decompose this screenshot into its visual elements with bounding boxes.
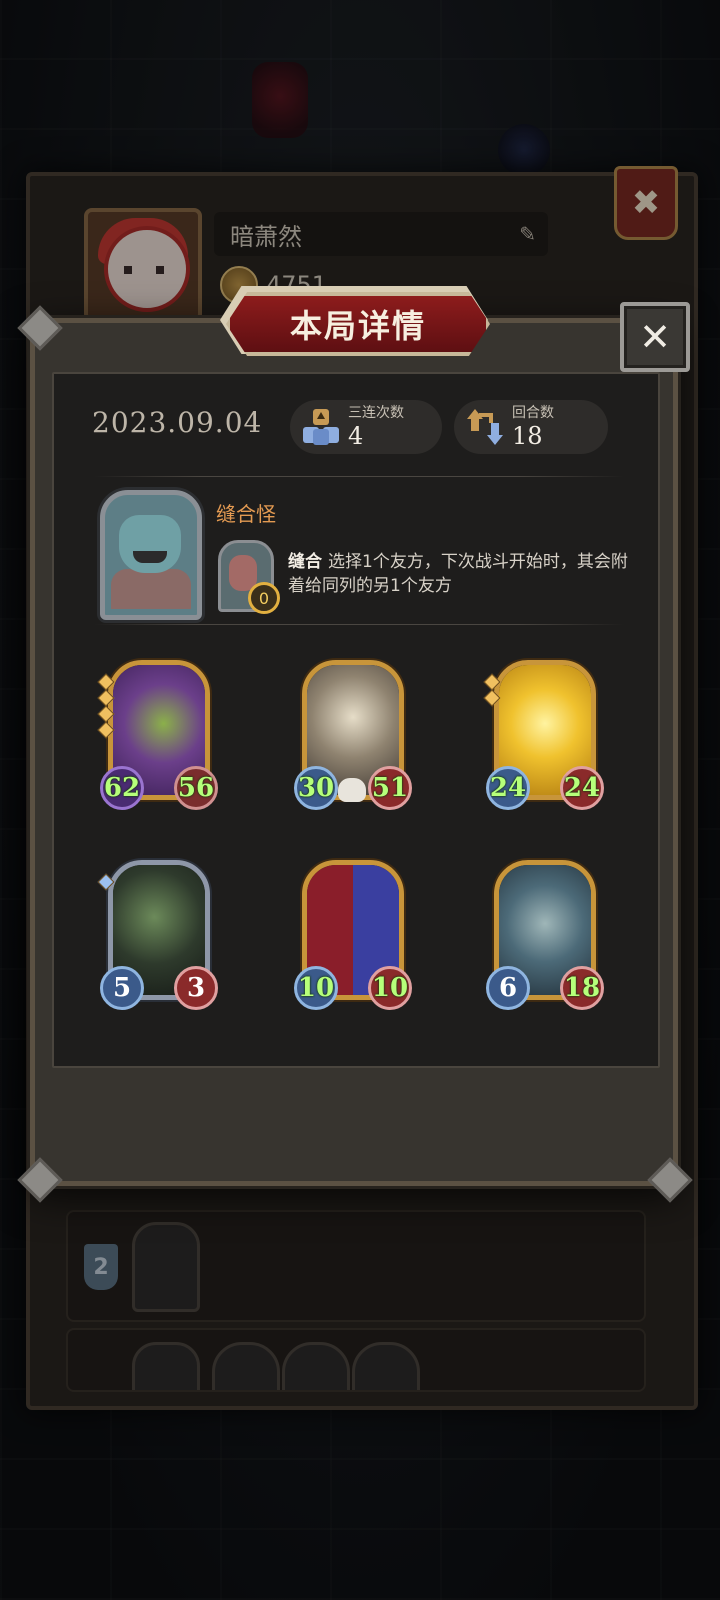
triple-count-stat: 三连次数 4 [290,400,442,454]
health-value: 18 [560,966,604,1010]
health-value: 56 [174,766,218,810]
skill-keyword: 缝合 [288,552,322,572]
divider [94,476,624,477]
title-banner: 本局详情 [226,292,490,356]
unit-card-jester-clown[interactable]: 10 10 [294,860,412,1016]
attack-value: 6 [486,966,530,1010]
modal-title: 本局详情 [289,307,426,345]
hero-skill-description: 缝合 选择1个友方，下次战斗开始时，其会附着给同列的另1个友方 [288,550,644,598]
modal-close-button[interactable]: ✕ [620,302,690,372]
health-value: 10 [368,966,412,1010]
attack-value: 10 [294,966,338,1010]
match-detail-content: 2023.09.04 三连次数 4 回合数 18 缝合怪 0 缝合 选择1个友方… [52,372,660,1068]
triple-count-value: 4 [348,422,364,450]
attack-value: 30 [294,766,338,810]
skull-icon [338,778,366,802]
skill-text: 选择1个友方，下次战斗开始时，其会附着给同列的另1个友方 [288,552,628,596]
attack-value: 24 [486,766,530,810]
triple-blocks-icon [300,406,342,448]
attack-value: 5 [100,966,144,1010]
unit-card-bone-dragon[interactable]: 30 51 [294,660,412,816]
unit-card-golden-dragon[interactable]: 24 24 [483,660,604,816]
rounds-label: 回合数 [512,405,554,421]
unit-card-hooded-reaper[interactable]: 5 3 [97,860,218,1016]
level-stars [97,873,115,891]
unit-card-armored-beast[interactable]: 6 18 [486,860,604,1016]
level-stars [483,673,501,707]
close-icon: ✕ [639,315,671,359]
health-value: 51 [368,766,412,810]
unit-card-purple-dragon[interactable]: 62 56 [97,660,218,816]
cycle-arrows-icon [464,406,506,448]
divider [94,624,624,625]
level-stars [97,673,115,739]
rounds-value: 18 [512,422,543,450]
triple-count-label: 三连次数 [348,405,404,421]
rounds-stat: 回合数 18 [454,400,608,454]
skill-cost-badge: 0 [248,582,280,614]
health-value: 24 [560,766,604,810]
match-date: 2023.09.04 [92,406,263,439]
hero-portrait[interactable] [100,490,202,620]
health-value: 3 [174,966,218,1010]
hero-name: 缝合怪 [216,502,276,526]
attack-value: 62 [100,766,144,810]
